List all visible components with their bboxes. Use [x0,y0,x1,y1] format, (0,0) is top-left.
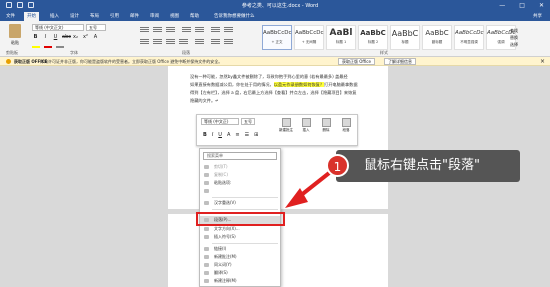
instruction-text: 鼠标右键点击"段落" [364,158,480,173]
instruction-callout: 1 鼠标右键点击"段落" [326,150,520,182]
step-number-badge: 1 [326,154,349,177]
annotation-arrow [285,164,340,208]
